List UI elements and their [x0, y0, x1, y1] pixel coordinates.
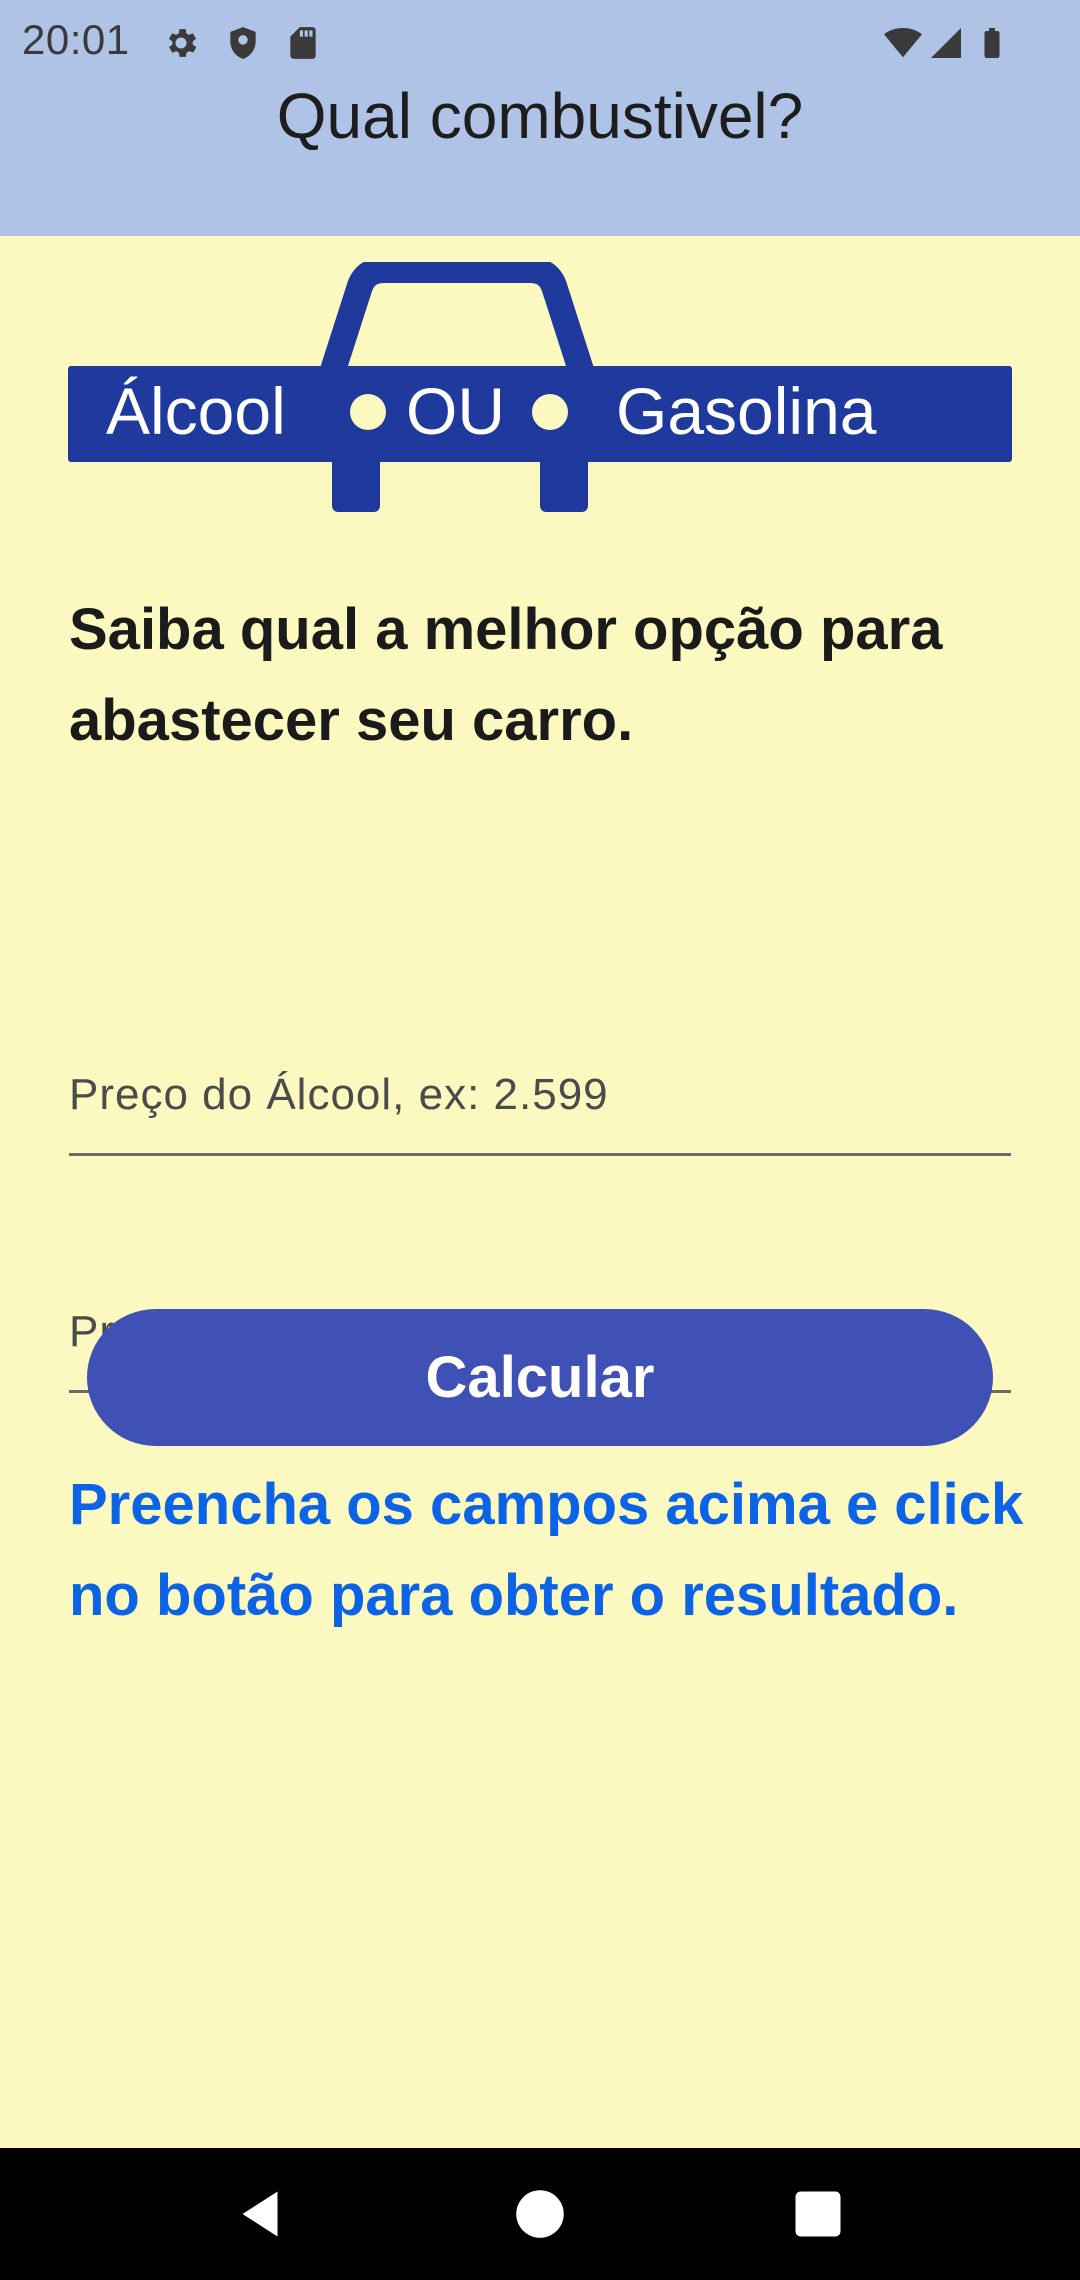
result-text: Preencha os campos acima e click no botã…	[69, 1472, 1024, 1628]
home-icon[interactable]	[510, 2184, 570, 2244]
calculate-button[interactable]: Calcular	[87, 1309, 993, 1446]
main-content: Álcool OU Gasolina Saiba qual a melhor o…	[0, 236, 1080, 2148]
logo-text-middle: OU	[406, 374, 505, 448]
system-nav-bar	[0, 2148, 1080, 2280]
back-icon[interactable]	[230, 2184, 290, 2244]
headline: Saiba qual a melhor opção para abastecer…	[69, 597, 943, 753]
settings-icon	[168, 29, 197, 57]
app-title: Qual combustivel?	[276, 80, 804, 152]
app-header: 20:01 Qual combustivel?	[0, 0, 1080, 236]
shield-icon	[230, 27, 256, 59]
battery-icon	[984, 28, 1000, 58]
logo-text-right: Gasolina	[616, 374, 877, 448]
logo-text-left: Álcool	[106, 374, 286, 448]
sd-card-icon	[290, 27, 316, 59]
recents-icon[interactable]	[788, 2184, 848, 2244]
alcool-ou-gasolina-logo: Álcool OU Gasolina	[68, 262, 1012, 512]
cell-signal-icon	[931, 28, 961, 58]
wifi-icon	[884, 27, 922, 58]
status-time: 20:01	[22, 16, 130, 63]
alcool-price-input[interactable]	[69, 1036, 1011, 1156]
